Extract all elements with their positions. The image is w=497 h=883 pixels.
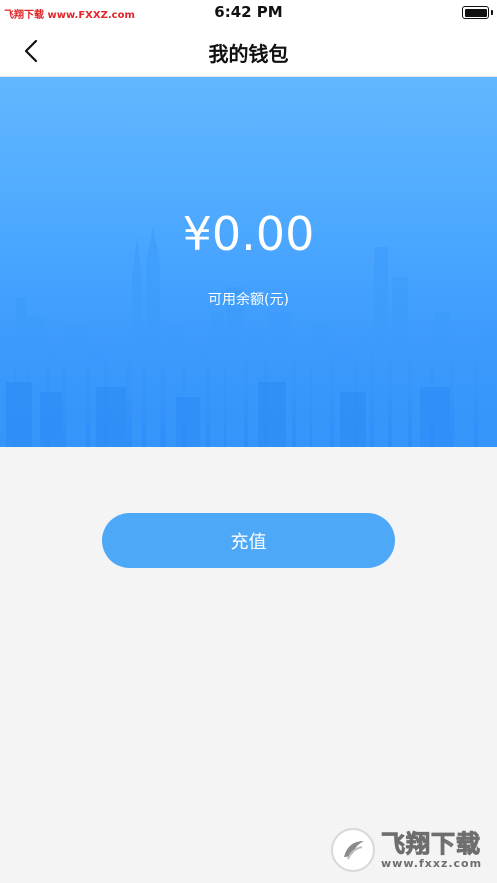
battery-tip — [491, 10, 493, 15]
brand-name: 飞翔下载 — [380, 829, 481, 858]
balance-panel: ¥0.00 可用余额(元) — [0, 77, 497, 447]
brand-watermark: 飞翔下载 www.fxxz.com — [331, 823, 491, 877]
balance-label: 可用余额(元) — [208, 292, 289, 308]
balance-amount: ¥0.00 — [182, 207, 315, 261]
page-title: 我的钱包 — [208, 42, 289, 66]
navigation-bar: 我的钱包 — [0, 26, 497, 77]
status-bar: 飞翔下载 www.FXXZ.com 6:42 PM — [0, 0, 497, 26]
recharge-button[interactable]: 充值 — [102, 513, 395, 568]
status-time: 6:42 PM — [214, 3, 283, 21]
battery-icon — [462, 6, 489, 19]
brand-url: www.fxxz.com — [381, 856, 483, 870]
brand-logo-icon — [331, 828, 375, 872]
